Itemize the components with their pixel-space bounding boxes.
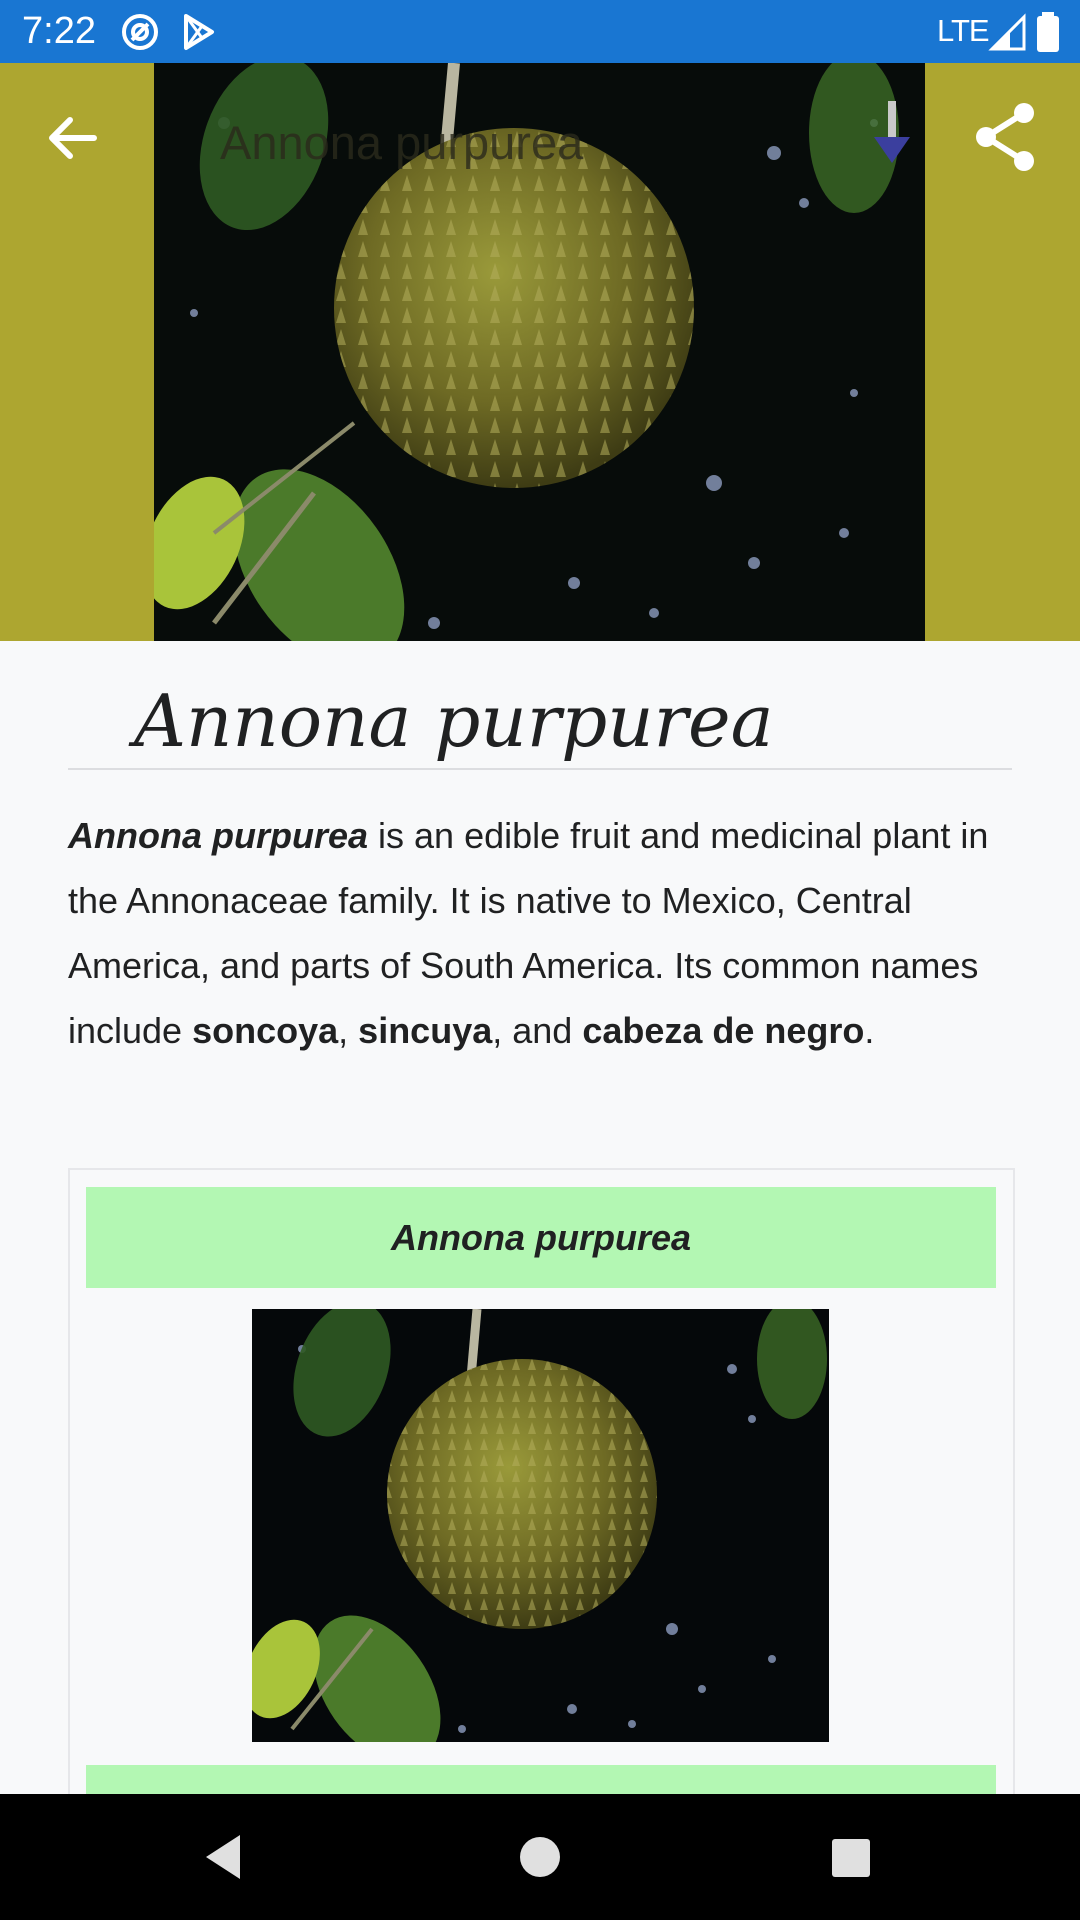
lead-end: . [864,1010,875,1051]
lead-paragraph: Annona purpurea is an edible fruit and m… [68,803,1012,1063]
infobox: Annona purpurea [68,1168,1015,1794]
battery-icon [1037,12,1059,52]
navigation-bar [0,1794,1080,1920]
status-bar: 7:22 LTE [0,0,1080,63]
network-type: LTE [937,13,990,48]
infobox-title: Annona purpurea [86,1187,996,1288]
circle-home-icon[interactable] [510,1827,570,1887]
hero-header: Annona purpurea [0,63,1080,641]
square-recents-icon[interactable] [820,1827,880,1887]
common-name-1: soncoya [192,1010,339,1051]
common-name-3: cabeza de negro [582,1010,865,1051]
infobox-fruit-illustration [252,1309,829,1742]
page-title: Annona purpurea [134,679,774,763]
signal-icon [988,13,1026,51]
share-icon[interactable] [966,97,1046,177]
title-divider [68,768,1012,770]
at-sign-icon [122,14,158,50]
common-name-2: sincuya [358,1010,493,1051]
download-icon[interactable] [852,93,932,173]
triangle-back-icon[interactable] [196,1827,256,1887]
lead-subject: Annona purpurea [68,815,369,856]
infobox-image[interactable] [252,1309,829,1742]
article-content: Annona purpurea Annona purpurea is an ed… [0,641,1080,1794]
back-arrow-icon[interactable] [34,98,114,178]
lead-separator: , [338,1010,359,1051]
play-store-icon [184,14,214,50]
lead-separator: , and [492,1010,583,1051]
infobox-section-header [86,1765,996,1794]
status-time: 7:22 [22,10,96,52]
hero-title: Annona purpurea [220,116,584,169]
